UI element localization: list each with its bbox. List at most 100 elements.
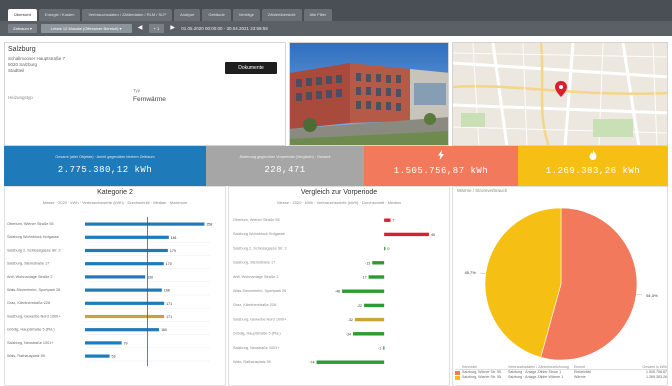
zeitraum-dropdown[interactable]: Zeitraum ▾	[8, 24, 37, 33]
category-bar	[85, 248, 168, 253]
kpi-heat-value: 1.269.383,26 kWh	[545, 166, 641, 176]
category-label: Grödig, Hauptstraße 5 (Pla.)	[7, 328, 55, 332]
pie-slice-label: 45,7%	[464, 270, 476, 275]
tab-2[interactable]: Verbrauchsdaten / Zählerdaten / RLM / SL…	[82, 9, 173, 21]
comparison-value-label: 49	[431, 233, 435, 237]
energy-split-panel: Wärme / Stromverbrauch 54,3% 45,7% Kennza…	[452, 186, 668, 386]
category-label: Salzburg, Neustraße 1001+	[7, 341, 54, 345]
bar-value-label: 181	[171, 236, 177, 240]
bar-value-label: 79	[124, 341, 128, 345]
location-map[interactable]	[452, 42, 668, 146]
tab-6[interactable]: Zählerübersicht	[261, 9, 302, 21]
map-image	[453, 43, 667, 145]
category-chart-panel: Kategorie 2 Messe · 2020 · kWh · Verbrau…	[4, 186, 226, 386]
category-bar	[85, 314, 165, 319]
category-bar	[85, 235, 169, 239]
tab-5[interactable]: Verträge	[232, 9, 260, 21]
legend-header-cell: Verbrauchsdaten / Zählerbezeichnung	[508, 365, 569, 369]
heating-type-label: Heizungstyp	[8, 95, 33, 100]
type-label: Typ	[133, 88, 141, 93]
comparison-bar	[316, 360, 385, 364]
bar-value-label: 160	[161, 328, 167, 332]
next-period-button[interactable]: ▶	[168, 24, 177, 33]
category-bar	[85, 222, 205, 226]
legend-cell: Salzburg · Anlage Zähler Wärme 1	[508, 375, 564, 379]
comparison-chart-panel: Vergleich zur Vorperiode Messe · 2020 · …	[228, 186, 450, 386]
bar-value-label: 258	[206, 223, 212, 227]
comparison-value-label: -34	[346, 332, 351, 336]
lightning-icon	[364, 150, 518, 162]
category-bar	[85, 288, 162, 292]
category-bar	[85, 328, 160, 332]
comparison-bar	[353, 332, 385, 336]
pie-slice-label: 54,3%	[646, 293, 658, 298]
kpi-total-value: 2.775.380,12 kWh	[57, 165, 153, 175]
comparison-value-label: 0	[387, 247, 389, 251]
energy-pie-chart: 54,3% 45,7%	[464, 207, 658, 361]
building-info-panel: Salzburg Schallmooser Hauptstraße 7 5020…	[4, 42, 286, 146]
previous-period-button[interactable]: ◀	[136, 24, 145, 33]
comparison-bar	[372, 261, 385, 265]
comparison-bar	[384, 246, 386, 251]
tab-3[interactable]: Analyse	[174, 9, 201, 21]
kpi-heat: 1.269.383,26 kWh	[518, 146, 668, 186]
category-label: Graz, Kärntnerstraße 226	[7, 301, 50, 305]
bar-value-label: 53	[112, 355, 116, 359]
category-bar	[85, 275, 146, 279]
pie-label-leader	[636, 294, 643, 296]
date-range-text: 01.05.2020 00:00:00 - 30.04.2021 23:59:5…	[181, 26, 268, 31]
bar-value-label: 166	[164, 289, 170, 293]
comparison-bar-chart: Obertum, Wiener Straße 55 7 Salzburg Wohnb…	[233, 218, 435, 365]
category-bar	[85, 262, 164, 266]
building-photo-image	[290, 43, 448, 145]
category-label: Anif, Wohnanlage Straße 2	[7, 275, 53, 279]
comparison-category-label: Anif, Wohnanlage Straße 2	[233, 275, 279, 279]
comparison-value-label: -13	[365, 261, 370, 265]
category-bar	[85, 354, 110, 358]
kpi-change-value: 228,471	[264, 165, 306, 175]
tab-7[interactable]: Alle Filter	[303, 9, 333, 21]
kpi-total-label: Gesamt (aller Objekte) · Anteil gegenübe…	[55, 155, 155, 159]
address-line-3: Stadtteil	[8, 68, 25, 73]
comparison-bar	[368, 275, 385, 279]
legend-cell: 1.269.383,26	[646, 375, 667, 379]
pie-legend-table: Kennzahl Verbrauchsdaten / Zählerbezeichn…	[455, 365, 667, 380]
legend-row[interactable]: Salzburg, Wiener Str. 55 Salzburg · Anlag…	[455, 375, 667, 380]
tab-0[interactable]: Übersicht	[8, 9, 37, 21]
tab-4[interactable]: Gebäude	[202, 9, 231, 21]
comparison-value-label: -46	[335, 290, 340, 294]
legend-swatch	[455, 375, 460, 380]
comparison-value-label: -22	[357, 304, 362, 308]
legend-header-cell: Kennzahl	[462, 365, 477, 369]
legend-cell: Wärme	[574, 375, 586, 379]
period-select[interactable]: Letzte 12 Monate (Offensiver Bereich) ▾	[40, 24, 132, 33]
comparison-category-label: Obertum, Wiener Straße 55	[233, 218, 280, 222]
category-label: Salzburg 2, Schlossgasse Str. 2	[7, 248, 61, 252]
comparison-value-label: -74	[309, 361, 314, 365]
comparison-value-label: -17	[361, 276, 366, 280]
comparison-bar	[342, 289, 385, 293]
category-bar	[85, 341, 122, 345]
tab-1[interactable]: Energie / Kosten	[38, 9, 81, 21]
category-label: Wals, Rathausplatz 59	[7, 354, 45, 358]
legend-cell: Salzburg, Wiener Str. 55	[462, 375, 501, 379]
category-label: Salzburg, Gewerbe Nord 1000+	[7, 314, 61, 318]
comparison-bar	[384, 232, 429, 237]
kpi-electricity-value: 1.505.756,87 kWh	[393, 166, 489, 176]
kpi-change: Änderung gegenüber Vorperiode (Vergleich…	[206, 146, 364, 186]
bar-value-label: 179	[170, 249, 176, 253]
kpi-total: Gesamt (aller Objekte) · Anteil gegenübe…	[4, 146, 206, 186]
pie-label-leader	[479, 272, 486, 274]
step-button[interactable]: + 1	[148, 24, 165, 33]
documents-button[interactable]: Dokumente	[225, 62, 277, 74]
comparison-category-label: Salzburg, Gewerbe Nord 1000+	[233, 317, 287, 321]
building-photo	[289, 42, 449, 146]
flame-icon	[518, 150, 668, 162]
legend-swatch	[455, 370, 460, 375]
category-label: Wals-Siezenheim, Sportpark 26	[7, 288, 60, 292]
type-value: Fernwärme	[133, 96, 166, 103]
comparison-category-label: Salzburg 2, Schlossgasse Str. 2	[233, 246, 287, 250]
comparison-value-label: -32	[348, 318, 353, 322]
bar-value-label: 171	[166, 302, 172, 306]
tab-strip: Übersicht Energie / Kosten Verbrauchsdaten…	[8, 9, 333, 21]
